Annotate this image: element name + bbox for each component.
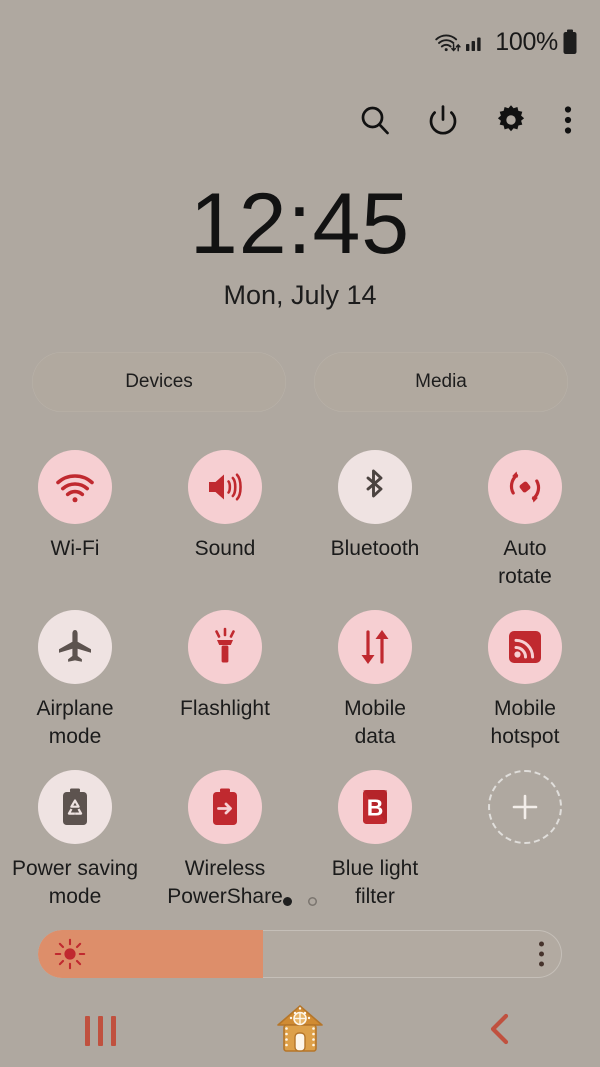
panel-header-actions	[0, 88, 600, 152]
clock-date: Mon, July 14	[223, 280, 377, 310]
back-chevron-icon	[485, 1012, 515, 1051]
toggle-label: Airplane mode	[36, 697, 114, 748]
toggle-bluetooth[interactable]: Bluetooth	[300, 448, 450, 600]
sound-icon	[188, 450, 262, 524]
powershare-icon	[188, 770, 262, 844]
toggle-label: Bluetooth	[330, 537, 420, 560]
gingerbread-house-home-icon	[271, 1000, 329, 1063]
settings-button[interactable]	[494, 103, 528, 137]
more-options-button[interactable]	[562, 103, 574, 137]
toggle-sound[interactable]: Sound	[150, 448, 300, 600]
toggle-label: Mobile data	[344, 697, 406, 748]
devices-button[interactable]: Devices	[32, 352, 286, 412]
battery-full-icon	[562, 29, 578, 55]
toggle-mobile-hotspot[interactable]: Mobile hotspot	[450, 608, 600, 760]
flashlight-icon	[188, 610, 262, 684]
search-button[interactable]	[358, 103, 392, 137]
media-button[interactable]: Media	[314, 352, 568, 412]
svg-text:B: B	[367, 795, 384, 821]
brightness-options-button[interactable]	[539, 941, 544, 967]
page-dot[interactable]	[308, 897, 317, 906]
wifi-transfer-icon	[433, 30, 461, 54]
toggle-mobile-data[interactable]: Mobile data	[300, 608, 450, 760]
home-button[interactable]	[200, 1000, 400, 1063]
quick-settings-panel: 100% 12:45 Mon, July 14 Devices Media Wi…	[0, 0, 600, 1067]
brightness-slider[interactable]	[38, 930, 562, 978]
power-button[interactable]	[426, 103, 460, 137]
back-button[interactable]	[400, 1012, 600, 1051]
toggle-auto-rotate[interactable]: Auto rotate	[450, 448, 600, 600]
quick-toggles-grid: Wi-Fi Sound Bluetooth Auto rotate Airpla…	[0, 448, 600, 920]
devices-media-row: Devices Media	[32, 352, 568, 412]
bluetooth-icon	[338, 450, 412, 524]
clock-widget[interactable]: 12:45 Mon, July 14	[0, 178, 600, 312]
toggle-wifi[interactable]: Wi-Fi	[0, 448, 150, 600]
mobile-data-icon	[338, 610, 412, 684]
toggle-label: Sound	[194, 537, 256, 560]
toggle-label: Mobile hotspot	[490, 697, 560, 748]
airplane-icon	[38, 610, 112, 684]
navigation-bar	[0, 995, 600, 1067]
battery-percent-label: 100%	[495, 27, 558, 56]
toggle-airplane-mode[interactable]: Airplane mode	[0, 608, 150, 760]
brightness-sun-icon	[54, 938, 86, 970]
cellular-signal-icon	[465, 31, 487, 53]
page-indicator	[0, 897, 600, 906]
recents-icon	[84, 1016, 116, 1046]
status-bar: 100%	[0, 0, 600, 84]
toggle-flashlight[interactable]: Flashlight	[150, 608, 300, 760]
wifi-icon	[38, 450, 112, 524]
hotspot-icon	[488, 610, 562, 684]
power-saving-icon	[38, 770, 112, 844]
toggle-label: Auto rotate	[498, 537, 552, 588]
toggle-label: Wi-Fi	[50, 537, 100, 560]
toggle-label: Flashlight	[180, 697, 270, 720]
page-dot-active[interactable]	[283, 897, 292, 906]
blue-light-filter-icon: B	[338, 770, 412, 844]
clock-time: 12:45	[189, 176, 411, 272]
recents-button[interactable]	[0, 1016, 200, 1046]
add-icon	[488, 770, 562, 844]
auto-rotate-icon	[488, 450, 562, 524]
